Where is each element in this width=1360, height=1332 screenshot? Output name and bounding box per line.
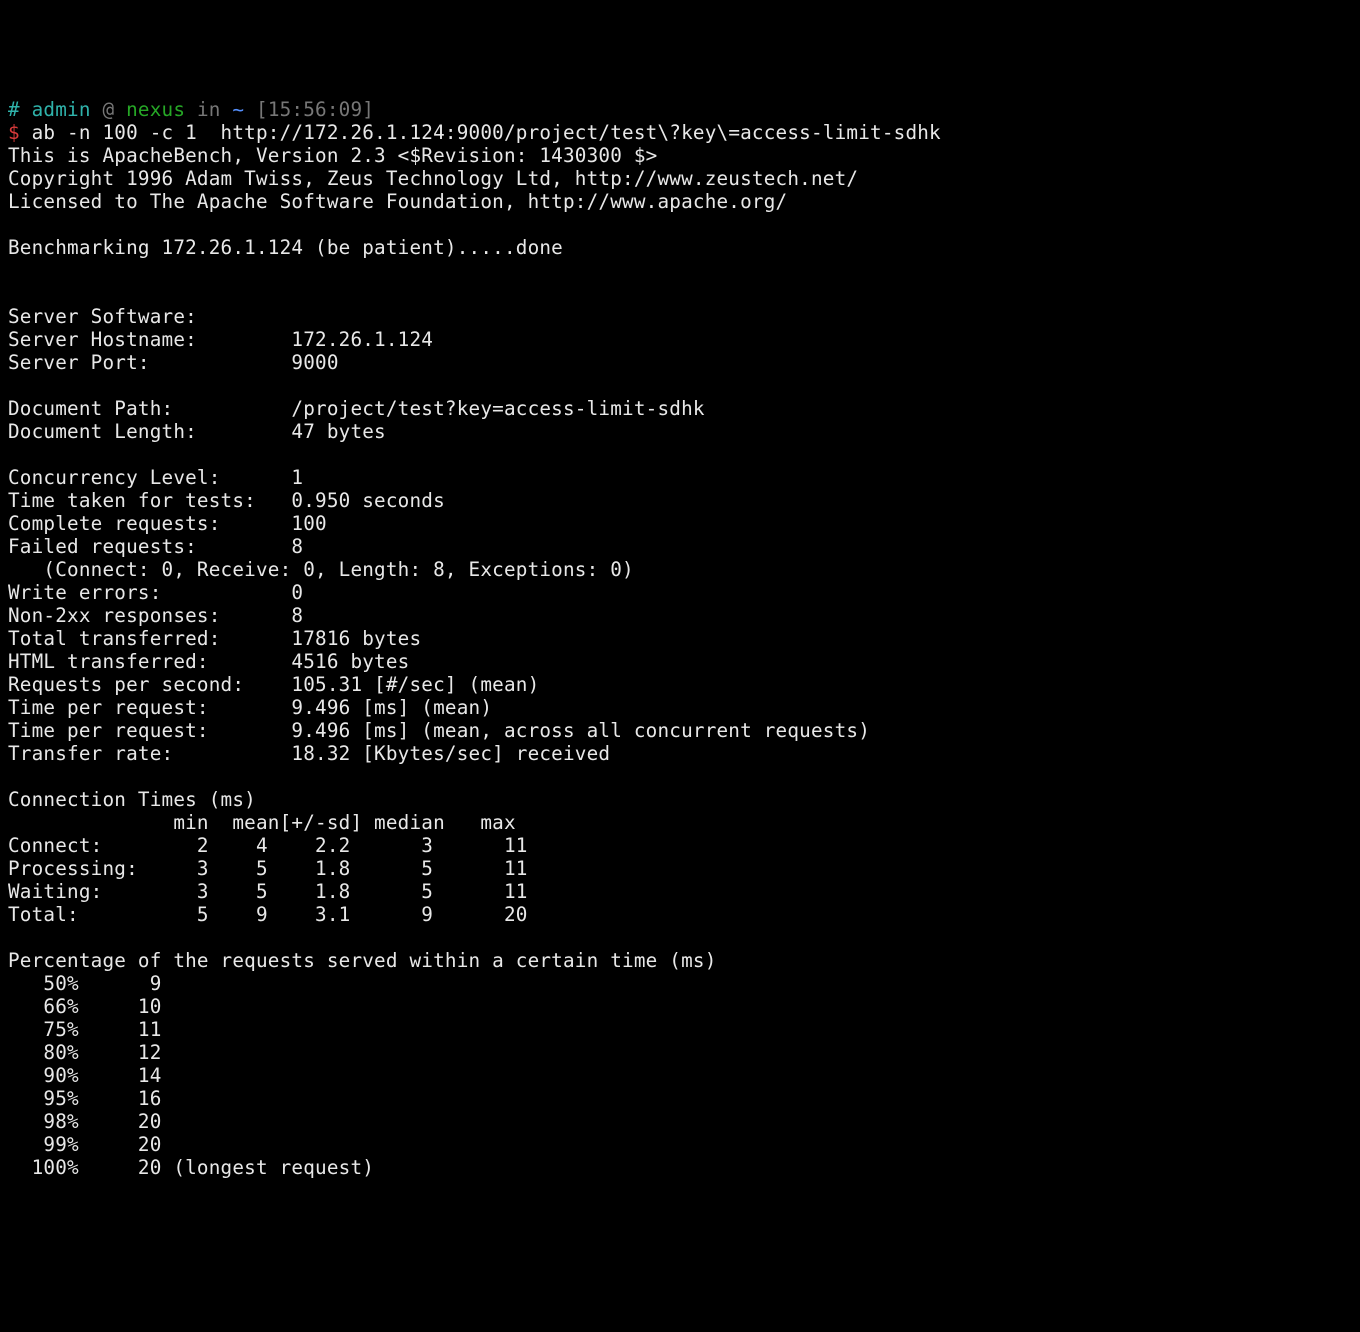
pct-row: 98% 20 [8,1110,162,1133]
document-length: Document Length: 47 bytes [8,420,386,443]
non-2xx: Non-2xx responses: 8 [8,604,303,627]
pct-row: 90% 14 [8,1064,162,1087]
header-line-3: Licensed to The Apache Software Foundati… [8,190,787,213]
prompt-time: [15:56:09] [244,98,374,121]
pct-row: 100% 20 (longest request) [8,1156,374,1179]
conn-row-total: Total: 5 9 3.1 9 20 [8,903,528,926]
terminal-output: # admin @ nexus in ~ [15:56:09] $ ab -n … [8,98,1352,1179]
server-port: Server Port: 9000 [8,351,339,374]
failed-requests: Failed requests: 8 [8,535,303,558]
benchmark-line: Benchmarking 172.26.1.124 (be patient)..… [8,236,563,259]
pct-row: 99% 20 [8,1133,162,1156]
prompt-in: in [185,98,232,121]
pct-row: 66% 10 [8,995,162,1018]
conn-row-connect: Connect: 2 4 2.2 3 11 [8,834,528,857]
total-transferred: Total transferred: 17816 bytes [8,627,421,650]
transfer-rate: Transfer rate: 18.32 [Kbytes/sec] receiv… [8,742,610,765]
conn-times-header: min mean[+/-sd] median max [8,811,516,834]
complete-requests: Complete requests: 100 [8,512,327,535]
write-errors: Write errors: 0 [8,581,303,604]
concurrency-level: Concurrency Level: 1 [8,466,303,489]
prompt-host: nexus [126,98,185,121]
failed-detail: (Connect: 0, Receive: 0, Length: 8, Exce… [8,558,634,581]
time-per-request-1: Time per request: 9.496 [ms] (mean) [8,696,492,719]
conn-times-title: Connection Times (ms) [8,788,256,811]
command-text: ab -n 100 -c 1 http://172.26.1.124:9000/… [32,121,941,144]
pct-row: 95% 16 [8,1087,162,1110]
prompt-hash: # [8,98,32,121]
pct-row: 75% 11 [8,1018,162,1041]
prompt-dollar: $ [8,121,32,144]
header-line-1: This is ApacheBench, Version 2.3 <$Revis… [8,144,657,167]
prompt-cwd: ~ [232,98,244,121]
pct-row: 80% 12 [8,1041,162,1064]
percentile-title: Percentage of the requests served within… [8,949,717,972]
conn-row-waiting: Waiting: 3 5 1.8 5 11 [8,880,528,903]
requests-per-second: Requests per second: 105.31 [#/sec] (mea… [8,673,539,696]
html-transferred: HTML transferred: 4516 bytes [8,650,409,673]
time-per-request-2: Time per request: 9.496 [ms] (mean, acro… [8,719,870,742]
document-path: Document Path: /project/test?key=access-… [8,397,705,420]
header-line-2: Copyright 1996 Adam Twiss, Zeus Technolo… [8,167,858,190]
pct-row: 50% 9 [8,972,162,995]
server-software: Server Software: [8,305,291,328]
conn-row-processing: Processing: 3 5 1.8 5 11 [8,857,528,880]
time-taken: Time taken for tests: 0.950 seconds [8,489,445,512]
prompt-user: admin [32,98,91,121]
prompt-at: @ [91,98,126,121]
server-hostname: Server Hostname: 172.26.1.124 [8,328,433,351]
